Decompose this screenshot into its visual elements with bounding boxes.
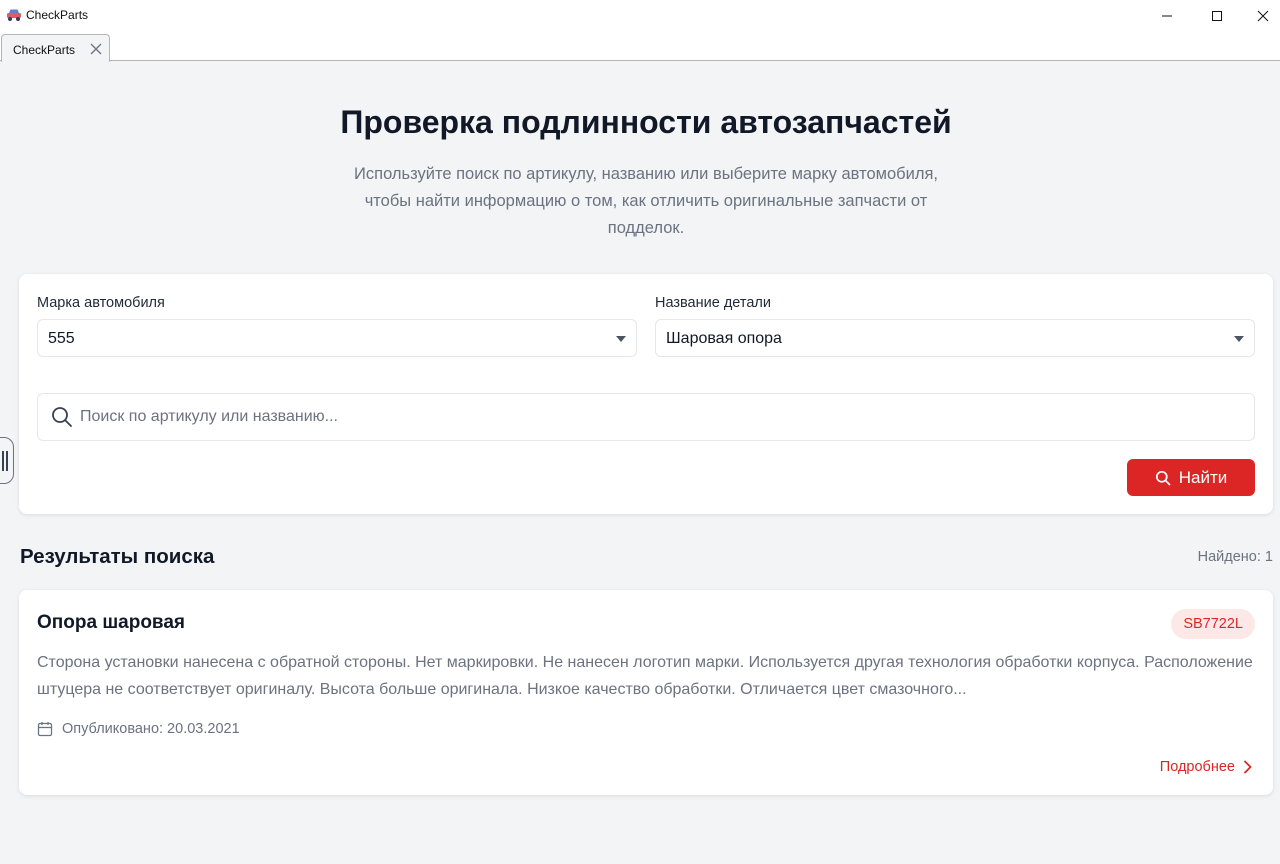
brand-select-value: 555 (48, 330, 75, 347)
result-name: Опора шаровая (37, 612, 186, 633)
tab-checkparts[interactable]: CheckParts (1, 34, 110, 62)
details-link-label: Подробнее (1159, 759, 1235, 775)
search-field[interactable] (37, 393, 1255, 441)
maximize-icon (1212, 11, 1222, 21)
minimize-icon (1162, 15, 1172, 17)
brand-select[interactable]: 555 (37, 319, 637, 357)
chevron-right-icon (1244, 760, 1252, 774)
search-icon (52, 407, 72, 427)
part-label: Название детали (655, 295, 771, 311)
details-link[interactable]: Подробнее (1160, 759, 1253, 775)
results-title: Результаты поиска (20, 545, 215, 568)
sidebar-toggle-handle[interactable] (0, 437, 14, 484)
car-icon (7, 9, 21, 21)
page-title: Проверка подлинности автозапчастей (340, 104, 952, 140)
close-window-button[interactable] (1240, 0, 1280, 32)
results-count: Найдено: 1 (1197, 549, 1273, 565)
tab-close-icon[interactable] (88, 41, 104, 57)
chevron-down-icon (1234, 336, 1244, 342)
find-button[interactable]: Найти (1127, 459, 1255, 496)
minimize-button[interactable] (1144, 0, 1190, 32)
article-badge: SB7722L (1171, 609, 1255, 639)
part-select[interactable]: Шаровая опора (655, 319, 1255, 357)
find-button-label: Найти (1178, 467, 1228, 487)
maximize-button[interactable] (1194, 0, 1240, 32)
page-subtitle: Используйте поиск по артикулу, названию … (354, 165, 938, 237)
close-icon (1257, 10, 1269, 22)
tab-bar: CheckParts (0, 32, 1280, 62)
chevron-down-icon (616, 336, 626, 342)
result-card[interactable]: Опора шаровая SB7722L Сторона установки … (19, 590, 1273, 795)
calendar-icon (37, 722, 53, 737)
search-icon (1155, 470, 1171, 485)
search-input[interactable] (80, 394, 1240, 440)
result-description: Сторона установки нанесена с обратной ст… (37, 654, 1253, 698)
part-select-value: Шаровая опора (666, 330, 782, 347)
brand-label: Марка автомобиля (37, 295, 165, 311)
published-date: Опубликовано: 20.03.2021 (37, 721, 240, 737)
search-panel: Марка автомобиля 555 Название детали Шар… (19, 274, 1273, 514)
title-bar: CheckParts (0, 0, 1280, 32)
tab-label: CheckParts (13, 43, 76, 57)
window-title: CheckParts (26, 8, 89, 22)
published-text: Опубликовано: 20.03.2021 (62, 721, 240, 737)
